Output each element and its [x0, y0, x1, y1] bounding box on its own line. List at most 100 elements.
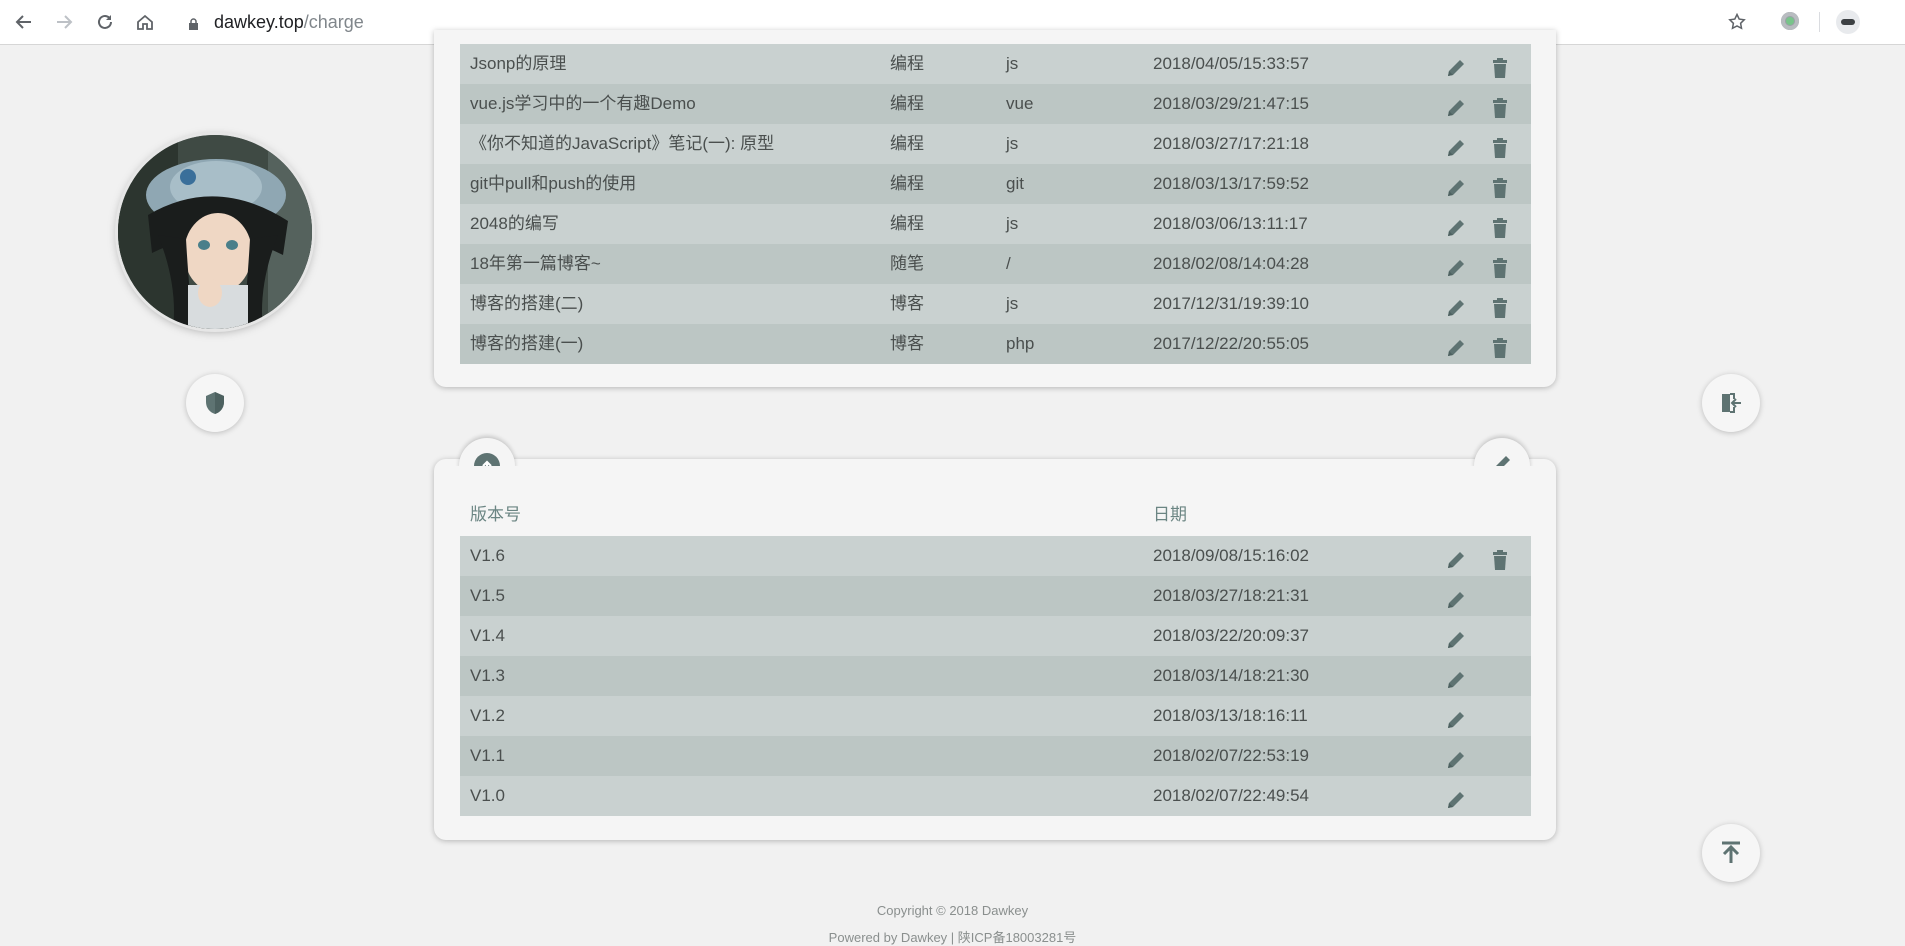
lock-icon[interactable] [188, 15, 199, 31]
edit-pencil-icon[interactable] [1445, 626, 1467, 648]
post-tag: / [1006, 254, 1011, 273]
edit-pencil-icon[interactable] [1445, 94, 1467, 116]
version-number: V1.0 [470, 786, 505, 805]
edit-pencil-icon[interactable] [1445, 54, 1467, 76]
version-date: 2018/03/14/18:21:30 [1153, 666, 1309, 685]
post-date: 2018/03/29/21:47:15 [1153, 94, 1309, 113]
post-title[interactable]: 18年第一篇博客~ [470, 244, 601, 284]
edit-pencil-icon[interactable] [1445, 786, 1467, 808]
post-category: 编程 [890, 174, 924, 193]
version-date: 2018/03/22/20:09:37 [1153, 626, 1309, 645]
post-title[interactable]: Jsonp的原理 [470, 44, 566, 84]
icp-link[interactable]: 陕ICP备18003281号 [958, 930, 1077, 945]
versions-table: 版本号 日期 V1.6 2018/09/08/15:16:02 V1.5 2018/0… [460, 494, 1531, 816]
shield-icon [204, 391, 226, 415]
edit-pencil-icon[interactable] [1445, 134, 1467, 156]
post-date: 2018/03/06/13:11:17 [1153, 214, 1308, 233]
version-row[interactable]: V1.6 2018/09/08/15:16:02 [460, 536, 1531, 576]
version-row[interactable]: V1.1 2018/02/07/22:53:19 [460, 736, 1531, 776]
post-row[interactable]: 2048的编写 编程 js 2018/03/06/13:11:17 [460, 204, 1531, 244]
edit-pencil-icon[interactable] [1445, 334, 1467, 356]
post-row[interactable]: Jsonp的原理 编程 js 2018/04/05/15:33:57 [460, 44, 1531, 84]
footer-powered-line: Powered by Dawkey | 陕ICP备18003281号 [0, 927, 1905, 946]
post-tag: js [1006, 134, 1019, 153]
post-title[interactable]: 2048的编写 [470, 204, 559, 244]
versions-table-header: 版本号 日期 [460, 494, 1531, 536]
delete-trash-icon[interactable] [1489, 174, 1511, 198]
version-number: V1.1 [470, 746, 505, 765]
profile-avatar-icon[interactable] [1836, 10, 1860, 34]
bookmark-star-icon[interactable] [1725, 10, 1749, 34]
toolbar-divider [1819, 12, 1820, 32]
url-path: /charge [303, 12, 364, 32]
version-number: V1.4 [470, 626, 505, 645]
home-icon[interactable] [133, 10, 157, 34]
date-column-header: 日期 [1153, 505, 1187, 524]
footer-divider: | [950, 930, 958, 945]
version-date: 2018/09/08/15:16:02 [1153, 546, 1309, 565]
post-category: 博客 [890, 334, 924, 353]
edit-pencil-icon[interactable] [1445, 666, 1467, 688]
logout-button[interactable] [1702, 374, 1760, 432]
post-tag: vue [1006, 94, 1034, 113]
post-tag: php [1006, 334, 1035, 353]
delete-trash-icon[interactable] [1489, 134, 1511, 158]
delete-trash-icon[interactable] [1489, 214, 1511, 238]
post-row[interactable]: 18年第一篇博客~ 随笔 / 2018/02/08/14:04:28 [460, 244, 1531, 284]
delete-trash-icon[interactable] [1489, 546, 1511, 570]
post-row[interactable]: 博客的搭建(二) 博客 js 2017/12/31/19:39:10 [460, 284, 1531, 324]
edit-pencil-icon[interactable] [1445, 214, 1467, 236]
admin-shield-button[interactable] [186, 374, 244, 432]
delete-trash-icon[interactable] [1489, 94, 1511, 118]
post-tag: js [1006, 294, 1019, 313]
post-tag: js [1006, 54, 1019, 73]
edit-pencil-icon[interactable] [1445, 586, 1467, 608]
post-category: 随笔 [890, 254, 924, 273]
post-date: 2017/12/22/20:55:05 [1153, 334, 1309, 353]
version-date: 2018/02/07/22:49:54 [1153, 786, 1309, 805]
forward-arrow-icon[interactable] [52, 10, 76, 34]
edit-pencil-icon[interactable] [1445, 706, 1467, 728]
post-row[interactable]: git中pull和push的使用 编程 git 2018/03/13/17:59:52 [460, 164, 1531, 204]
edit-pencil-icon[interactable] [1445, 294, 1467, 316]
version-row[interactable]: V1.0 2018/02/07/22:49:54 [460, 776, 1531, 816]
back-arrow-icon[interactable] [12, 10, 36, 34]
post-title[interactable]: 博客的搭建(一) [470, 324, 583, 364]
version-date: 2018/03/13/18:16:11 [1153, 706, 1308, 725]
version-column-header: 版本号 [470, 505, 521, 524]
delete-trash-icon[interactable] [1489, 294, 1511, 318]
post-row[interactable]: 博客的搭建(一) 博客 php 2017/12/22/20:55:05 [460, 324, 1531, 364]
delete-trash-icon[interactable] [1489, 254, 1511, 278]
back-to-top-button[interactable] [1702, 824, 1760, 882]
post-category: 博客 [890, 294, 924, 313]
powered-by-link[interactable]: Powered by Dawkey [829, 930, 948, 945]
post-date: 2017/12/31/19:39:10 [1153, 294, 1309, 313]
post-row[interactable]: vue.js学习中的一个有趣Demo 编程 vue 2018/03/29/21:47:… [460, 84, 1531, 124]
version-row[interactable]: V1.5 2018/03/27/18:21:31 [460, 576, 1531, 616]
post-category: 编程 [890, 54, 924, 73]
delete-trash-icon[interactable] [1489, 54, 1511, 78]
post-title[interactable]: 《你不知道的JavaScript》笔记(一): 原型 [470, 124, 774, 164]
version-date: 2018/03/27/18:21:31 [1153, 586, 1309, 605]
extension-icon[interactable] [1781, 12, 1799, 30]
edit-pencil-icon[interactable] [1445, 746, 1467, 768]
version-number: V1.3 [470, 666, 505, 685]
post-date: 2018/04/05/15:33:57 [1153, 54, 1309, 73]
version-row[interactable]: V1.3 2018/03/14/18:21:30 [460, 656, 1531, 696]
post-row[interactable]: 《你不知道的JavaScript》笔记(一): 原型 编程 js 2018/03/27… [460, 124, 1531, 164]
version-row[interactable]: V1.4 2018/03/22/20:09:37 [460, 616, 1531, 656]
version-row[interactable]: V1.2 2018/03/13/18:16:11 [460, 696, 1531, 736]
address-bar[interactable]: dawkey.top/charge [214, 10, 364, 34]
edit-pencil-icon[interactable] [1445, 174, 1467, 196]
edit-pencil-icon[interactable] [1445, 546, 1467, 568]
delete-trash-icon[interactable] [1489, 334, 1511, 358]
post-title[interactable]: git中pull和push的使用 [470, 164, 636, 204]
version-number: V1.5 [470, 586, 505, 605]
edit-pencil-icon[interactable] [1445, 254, 1467, 276]
post-title[interactable]: vue.js学习中的一个有趣Demo [470, 84, 696, 124]
post-tag: js [1006, 214, 1019, 233]
post-date: 2018/03/27/17:21:18 [1153, 134, 1309, 153]
post-category: 编程 [890, 134, 924, 153]
post-title[interactable]: 博客的搭建(二) [470, 284, 583, 324]
reload-icon[interactable] [93, 10, 117, 34]
